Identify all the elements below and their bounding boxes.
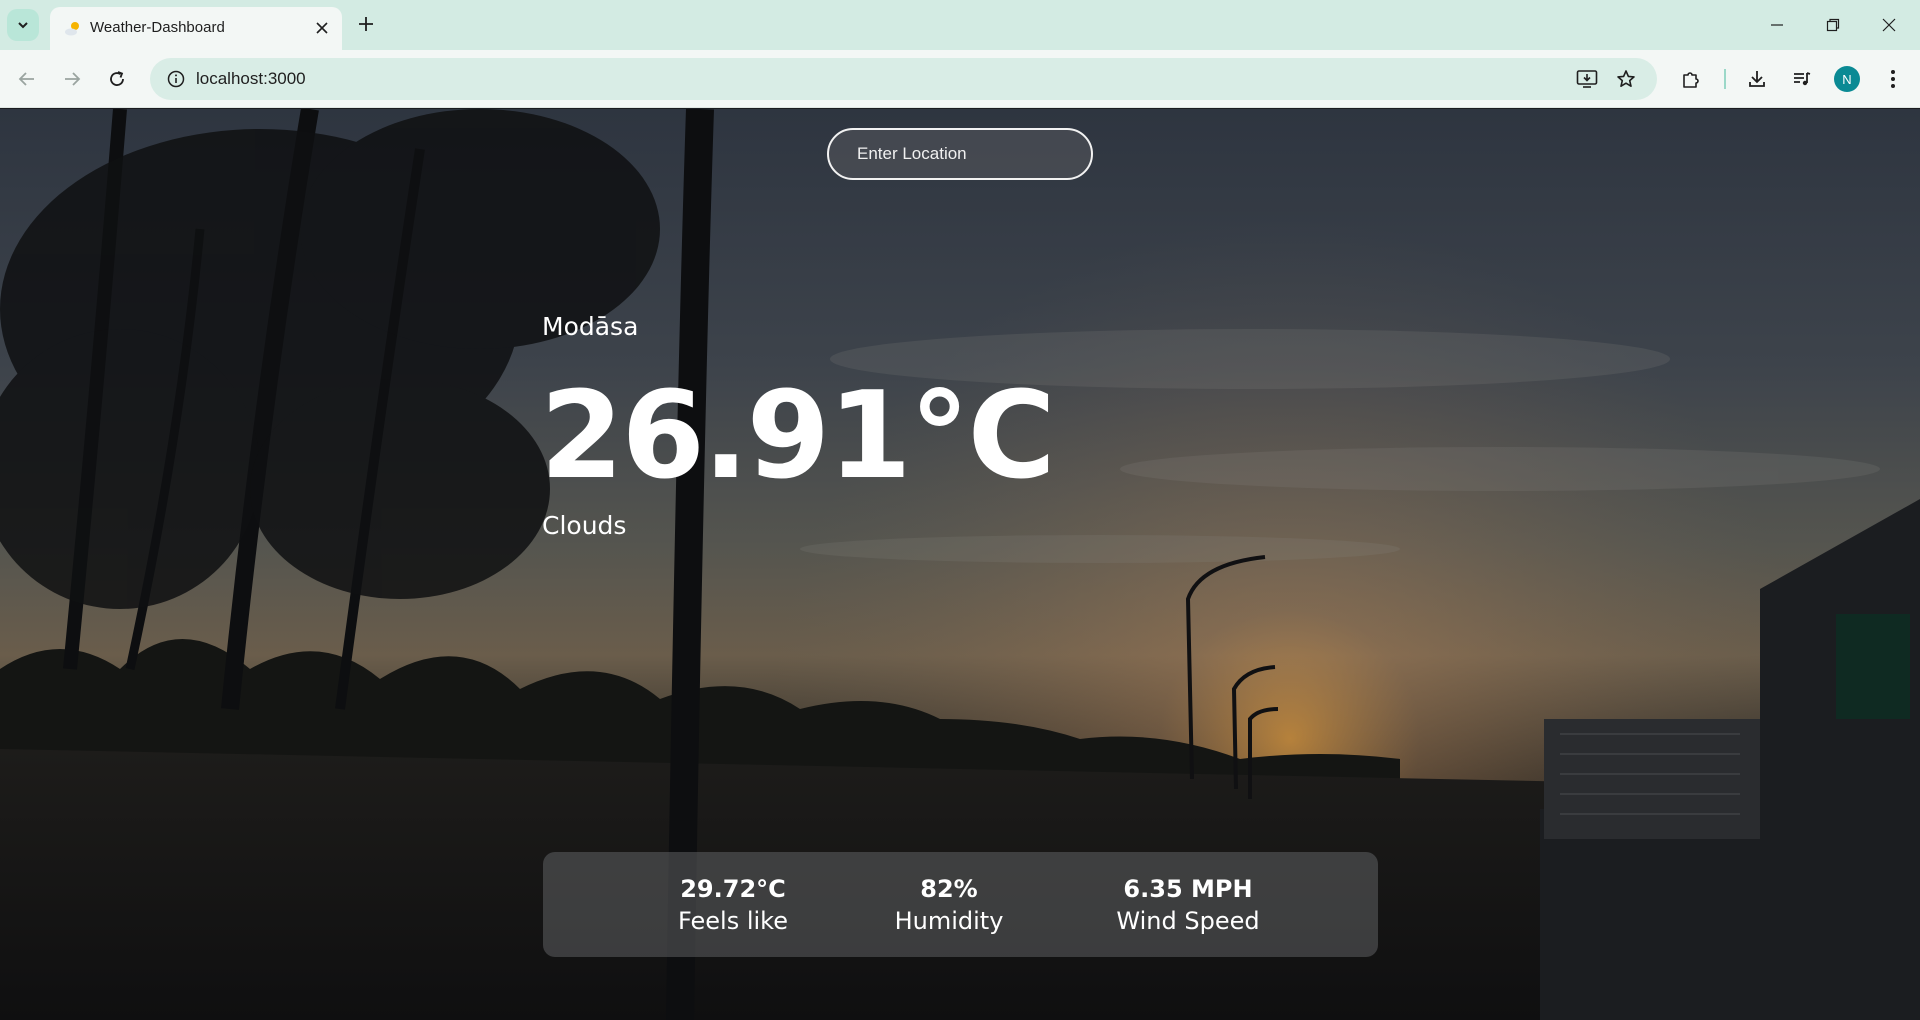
tab-close-button[interactable]: [312, 18, 332, 38]
browser-toolbar: localhost:3000 N: [0, 50, 1920, 108]
download-icon: [1749, 71, 1765, 87]
plus-icon: [359, 17, 373, 31]
info-icon: [167, 70, 185, 88]
stat-value: 29.72°C: [680, 875, 786, 903]
browser-tab[interactable]: Weather-Dashboard: [50, 7, 342, 50]
address-bar[interactable]: localhost:3000: [150, 58, 1657, 100]
stat-label: Wind Speed: [1116, 907, 1260, 935]
chevron-down-icon: [18, 22, 28, 29]
profile-avatar[interactable]: N: [1834, 66, 1860, 92]
back-button[interactable]: [11, 63, 43, 95]
arrow-right-icon: [65, 72, 81, 86]
media-controls-button[interactable]: [1786, 63, 1818, 95]
site-info-button[interactable]: [160, 63, 192, 95]
weather-description: Clouds: [542, 511, 627, 540]
star-icon: [1617, 70, 1635, 87]
stat-label: Feels like: [678, 907, 788, 935]
restore-button[interactable]: [1818, 10, 1848, 40]
temperature-value: 26.91°C: [540, 367, 1056, 506]
reload-icon: [110, 71, 124, 86]
puzzle-icon: [1683, 72, 1699, 88]
install-app-button[interactable]: [1571, 63, 1603, 95]
bookmark-button[interactable]: [1610, 63, 1642, 95]
reload-button[interactable]: [101, 63, 133, 95]
city-name: Modāsa: [542, 312, 639, 341]
close-icon: [316, 22, 328, 34]
stat-value: 6.35 MPH: [1123, 875, 1253, 903]
location-search-input[interactable]: [827, 128, 1093, 180]
downloads-button[interactable]: [1741, 63, 1773, 95]
weather-favicon-icon: [65, 22, 79, 36]
restore-icon: [1826, 18, 1840, 32]
stat-label: Humidity: [894, 907, 1004, 935]
weather-dashboard-page: Modāsa 26.91°C Clouds 29.72°C Feels like…: [0, 109, 1920, 1020]
close-window-button[interactable]: [1874, 10, 1904, 40]
url-text: localhost:3000: [196, 69, 306, 88]
wind-speed-stat: 6.35 MPH Wind Speed: [1093, 874, 1283, 938]
tab-title: Weather-Dashboard: [90, 19, 225, 36]
close-icon: [1882, 18, 1896, 32]
toolbar-divider: [1724, 69, 1726, 89]
humidity-stat: 82% Humidity: [879, 874, 1019, 938]
weather-stats-panel: 29.72°C Feels like 82% Humidity 6.35 MPH…: [543, 852, 1378, 957]
stat-value: 82%: [920, 875, 978, 903]
extensions-button[interactable]: [1675, 63, 1707, 95]
new-tab-button[interactable]: [353, 11, 379, 37]
browser-tab-bar: Weather-Dashboard: [0, 0, 1920, 50]
minimize-icon: [1771, 24, 1783, 26]
install-app-icon: [1576, 70, 1598, 88]
browser-menu-button[interactable]: [1877, 63, 1909, 95]
forward-button[interactable]: [56, 63, 88, 95]
more-vertical-icon: [1891, 70, 1895, 88]
tab-search-button[interactable]: [7, 9, 39, 41]
minimize-button[interactable]: [1762, 10, 1792, 40]
queue-music-icon: [1794, 72, 1811, 86]
feels-like-stat: 29.72°C Feels like: [663, 874, 803, 938]
arrow-left-icon: [18, 72, 34, 86]
